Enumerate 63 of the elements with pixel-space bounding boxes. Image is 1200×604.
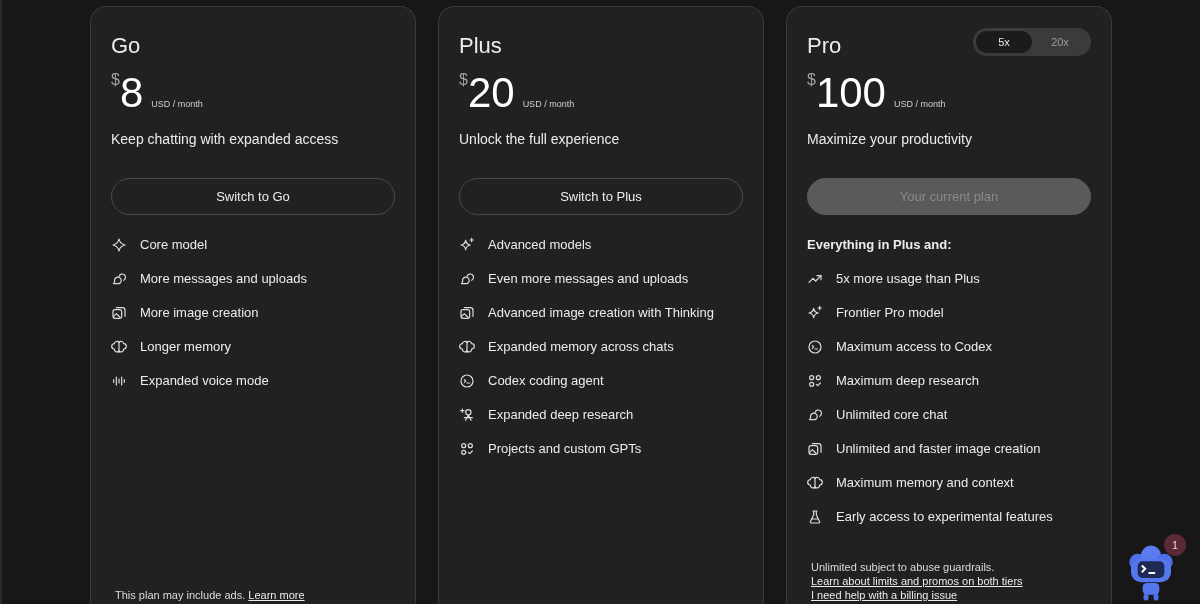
feature-text: Unlimited and faster image creation: [836, 441, 1041, 457]
currency-symbol: $: [459, 71, 468, 88]
footer-note: Unlimited subject to abuse guardrails.: [811, 561, 995, 573]
feature-text: Unlimited core chat: [836, 407, 948, 423]
price-amount: 20: [467, 71, 515, 115]
price-amount: 100: [815, 71, 886, 115]
price-period: USD / month: [151, 99, 203, 109]
feature-text: More image creation: [140, 305, 259, 321]
brain-icon: [807, 475, 823, 491]
feature-text: Advanced image creation with Thinking: [488, 305, 714, 321]
terminal-icon: [807, 339, 823, 355]
feature-text: Maximum deep research: [836, 373, 980, 389]
footer-link[interactable]: I need help with a billing issue: [811, 589, 958, 601]
feature-text: Core model: [140, 237, 208, 253]
plan-tagline: Keep chatting with expanded access: [111, 131, 340, 147]
plan-name: Pro: [807, 33, 842, 59]
terminal-icon: [459, 373, 475, 389]
price-amount: 8: [119, 71, 144, 115]
notification-badge: 1: [1164, 534, 1186, 556]
speech-bubbles-icon: [807, 407, 823, 423]
flask-icon: [807, 509, 823, 525]
footer-link[interactable]: Learn about limits and promos on both tiers: [811, 575, 1023, 587]
currency-symbol: $: [111, 71, 120, 88]
circles-checkmark-icon: [807, 373, 823, 389]
tier-option[interactable]: 20x: [1032, 31, 1088, 53]
footer-link[interactable]: Learn more: [248, 589, 305, 601]
feature-text: Expanded memory across chats: [488, 339, 674, 355]
sound-wave-icon: [111, 373, 127, 389]
images-icon: [111, 305, 127, 321]
feature-text: 5x more usage than Plus: [836, 271, 980, 287]
footer-note: This plan may include ads.: [115, 589, 247, 601]
brain-icon: [459, 339, 475, 355]
feature-text: More messages and uploads: [140, 271, 307, 287]
images-icon: [807, 441, 823, 457]
images-icon: [459, 305, 475, 321]
tier-option[interactable]: 5x: [976, 31, 1032, 53]
speech-bubbles-icon: [459, 271, 475, 287]
currency-symbol: $: [807, 71, 816, 89]
price-period: USD / month: [894, 99, 946, 109]
sparkles-icon: [459, 237, 475, 253]
feature-text: Advanced models: [488, 237, 592, 253]
speech-bubbles-icon: [111, 271, 127, 287]
sparkles-icon: [807, 305, 823, 321]
person-with-sparkle-icon: [459, 407, 475, 423]
feature-text: Early access to experimental features: [836, 509, 1053, 525]
feature-text: Maximum access to Codex: [836, 339, 993, 355]
sparkle-icon: [111, 237, 127, 253]
price-period: USD / month: [522, 99, 575, 109]
circles-checkmark-icon: [459, 441, 475, 457]
feature-text: Longer memory: [140, 339, 232, 355]
feature-text: Frontier Pro model: [836, 305, 944, 321]
feature-text: Maximum memory and context: [836, 475, 1014, 491]
brain-icon: [111, 339, 127, 355]
plan-name: Plus: [459, 33, 502, 59]
features-heading: Everything in Plus and:: [807, 237, 953, 253]
feature-text: Expanded deep research: [488, 407, 634, 423]
plan-name: Go: [111, 33, 141, 59]
feature-text: Even more messages and uploads: [488, 271, 689, 287]
plan-tagline: Maximize your productivity: [807, 131, 973, 147]
feature-text: Codex coding agent: [488, 373, 604, 389]
feature-text: Expanded voice mode: [140, 373, 269, 389]
plan-tagline: Unlock the full experience: [459, 131, 621, 147]
feature-text: Projects and custom GPTs: [488, 441, 642, 457]
